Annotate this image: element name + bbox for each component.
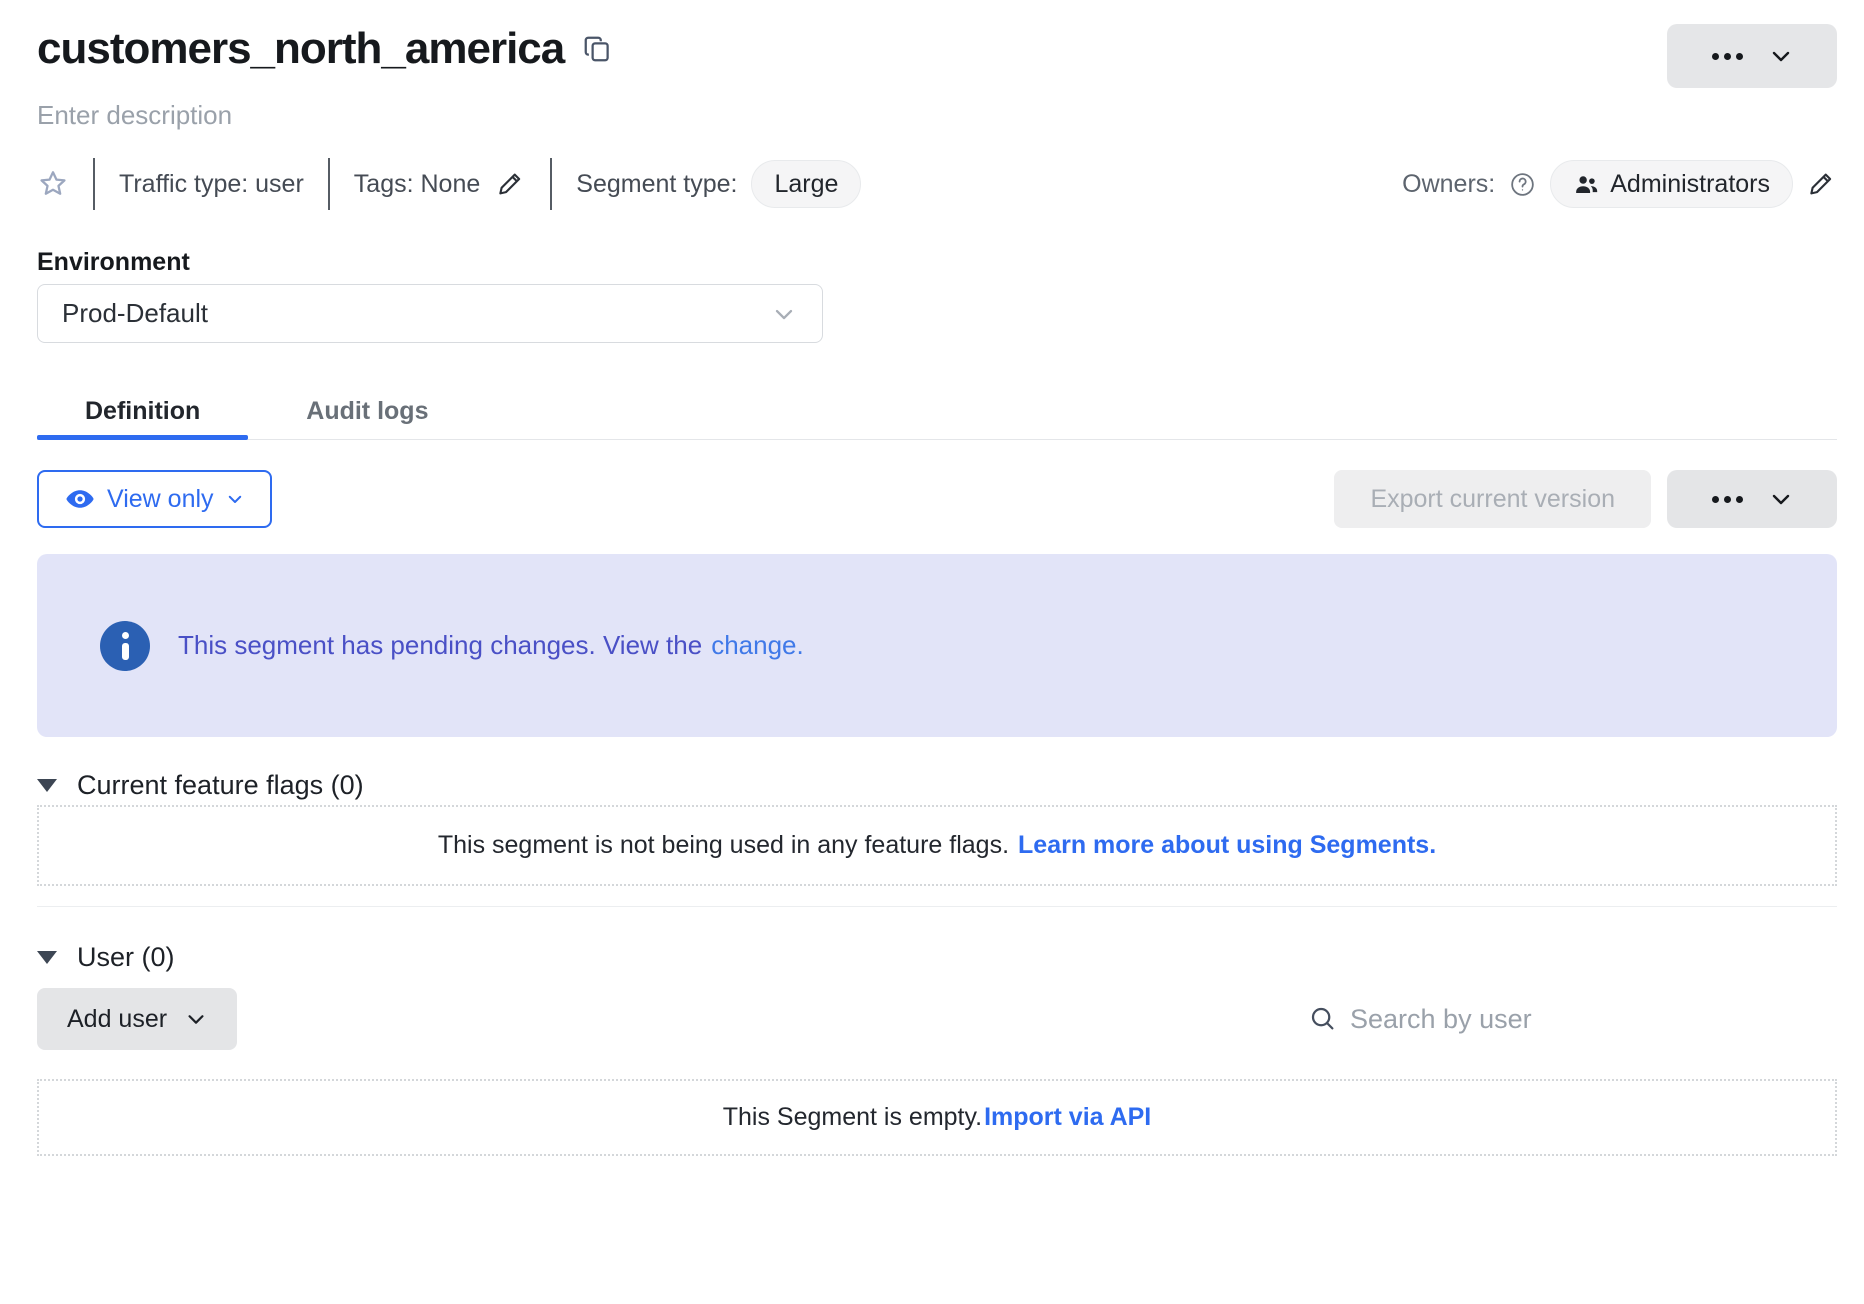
environment-select[interactable]: Prod-Default xyxy=(37,284,823,343)
pending-changes-banner: This segment has pending changes. View t… xyxy=(37,554,1837,737)
star-icon[interactable] xyxy=(37,168,69,200)
segment-empty-state: This Segment is empty. Import via API xyxy=(37,1079,1837,1156)
search-by-user-input[interactable] xyxy=(1350,1004,1837,1035)
description-field[interactable]: Enter description xyxy=(37,100,1837,130)
user-search xyxy=(1308,1004,1837,1035)
collapse-triangle-icon xyxy=(37,951,57,964)
chevron-down-icon xyxy=(226,490,244,508)
header: customers_north_america xyxy=(37,24,1837,88)
user-section-header[interactable]: User (0) xyxy=(37,940,1837,974)
chevron-down-icon xyxy=(1769,44,1793,68)
meta-divider xyxy=(328,158,330,210)
owners-badge[interactable]: Administrators xyxy=(1550,160,1793,208)
import-via-api-link[interactable]: Import via API xyxy=(984,1103,1151,1132)
view-only-button[interactable]: View only xyxy=(37,470,272,528)
header-more-menu-button[interactable] xyxy=(1667,24,1837,88)
edit-pencil-icon[interactable] xyxy=(496,169,526,199)
add-user-button[interactable]: Add user xyxy=(37,988,237,1050)
search-icon xyxy=(1308,1004,1338,1034)
owners-label: Owners: xyxy=(1402,170,1495,199)
user-actions-row: Add user xyxy=(37,988,1837,1050)
edit-pencil-icon[interactable] xyxy=(1807,169,1837,199)
chevron-down-icon xyxy=(770,300,798,328)
segment-type-label: Segment type: xyxy=(576,170,737,199)
section-divider xyxy=(37,906,1837,907)
export-current-version-button[interactable]: Export current version xyxy=(1334,470,1651,528)
user-section-title: User (0) xyxy=(77,942,175,973)
feature-flags-section-header[interactable]: Current feature flags (0) xyxy=(37,769,1837,802)
chevron-down-icon xyxy=(185,1008,207,1030)
view-only-label: View only xyxy=(107,485,214,514)
feature-flags-title: Current feature flags (0) xyxy=(77,770,364,801)
environment-selected-value: Prod-Default xyxy=(62,298,208,329)
toolbar-more-menu-button[interactable] xyxy=(1667,470,1837,528)
add-user-label: Add user xyxy=(67,1005,167,1034)
learn-more-link[interactable]: Learn more about using Segments. xyxy=(1018,831,1436,860)
segment-empty-text: This Segment is empty. xyxy=(723,1103,982,1132)
tab-bar: Definition Audit logs xyxy=(37,383,1837,440)
environment-label: Environment xyxy=(37,248,1837,278)
feature-flags-empty-state: This segment is not being used in any fe… xyxy=(37,805,1837,886)
meta-divider xyxy=(550,158,552,210)
meta-row: Traffic type: user Tags: None Segment ty… xyxy=(37,156,1837,212)
toolbar: View only Export current version xyxy=(37,470,1837,528)
page-title: customers_north_america xyxy=(37,24,564,75)
more-ellipsis-icon xyxy=(1712,496,1743,503)
collapse-triangle-icon xyxy=(37,779,57,792)
copy-icon[interactable] xyxy=(582,34,612,64)
feature-flags-empty-text: This segment is not being used in any fe… xyxy=(438,831,1009,860)
tags-label: Tags: None xyxy=(354,170,480,199)
segment-type-badge: Large xyxy=(751,160,861,208)
tab-audit-logs[interactable]: Audit logs xyxy=(258,383,476,439)
people-icon xyxy=(1573,171,1600,198)
info-icon xyxy=(100,621,150,671)
chevron-down-icon xyxy=(1769,487,1793,511)
tab-definition[interactable]: Definition xyxy=(37,383,248,439)
view-change-link[interactable]: change. xyxy=(711,630,804,660)
traffic-type-label: Traffic type: user xyxy=(119,170,304,199)
owners-value: Administrators xyxy=(1610,170,1770,199)
eye-icon xyxy=(65,484,95,514)
segment-detail-page: customers_north_america Enter descriptio… xyxy=(0,0,1864,1304)
meta-divider xyxy=(93,158,95,210)
more-ellipsis-icon xyxy=(1712,53,1743,60)
banner-message: This segment has pending changes. View t… xyxy=(178,630,702,660)
help-icon[interactable] xyxy=(1509,171,1536,198)
